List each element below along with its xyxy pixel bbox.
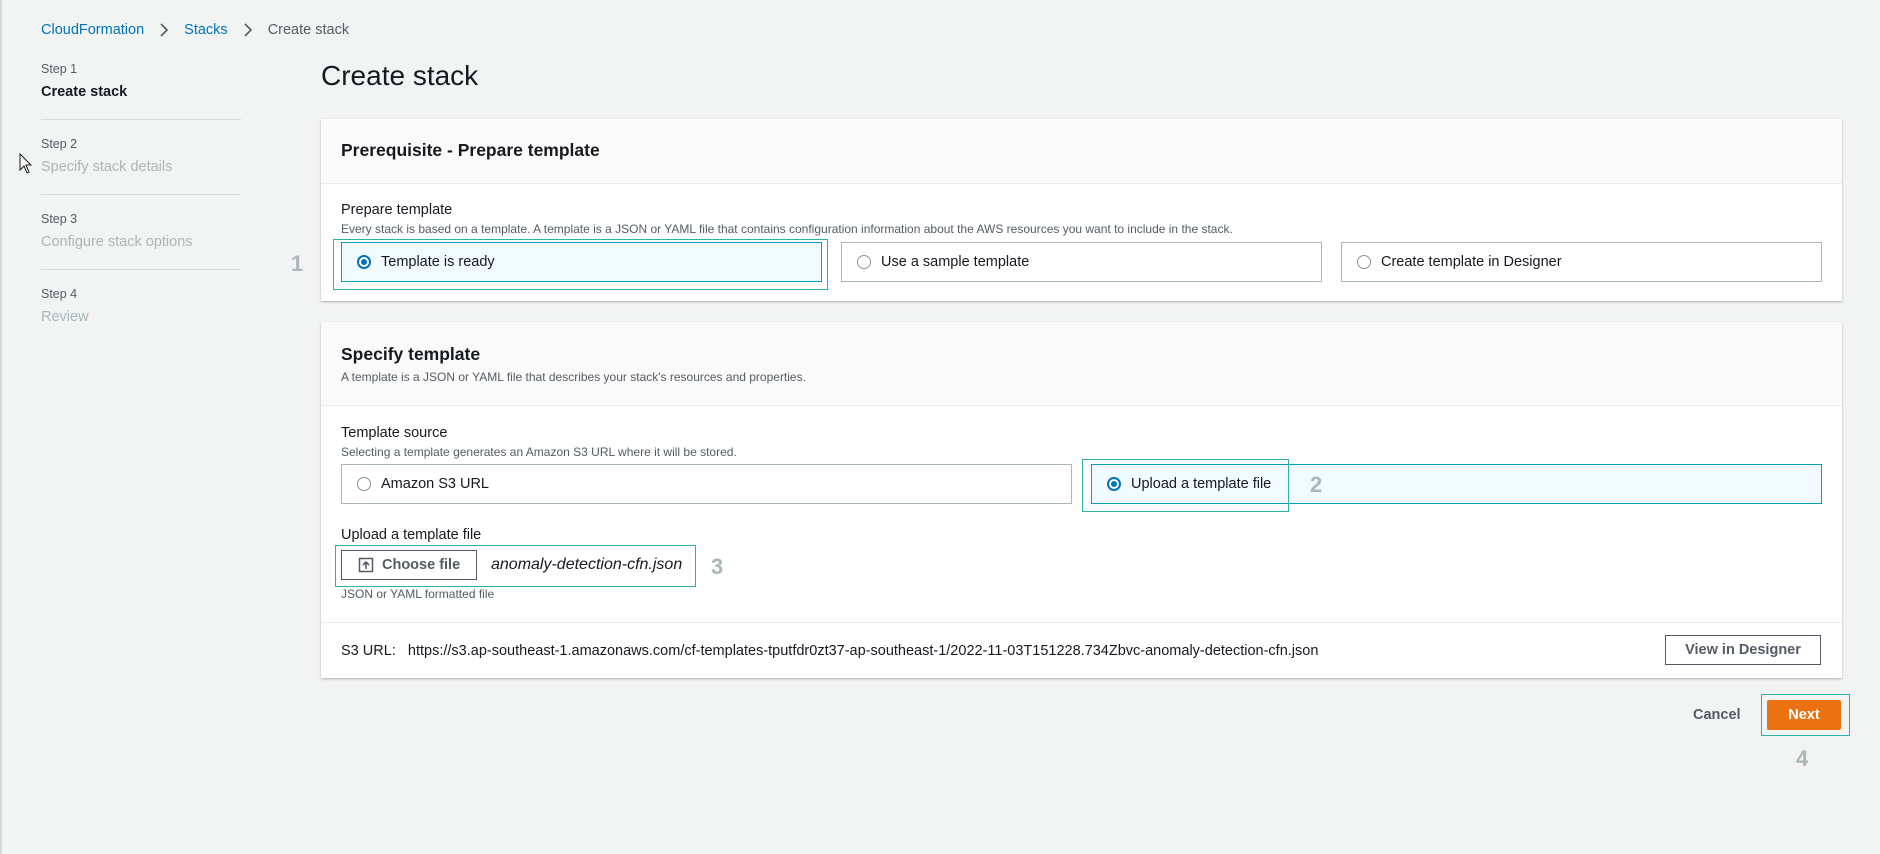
choose-file-label: Choose file [382, 557, 461, 573]
divider [41, 194, 241, 195]
option-label: Use a sample template [881, 254, 1030, 270]
option-template-is-ready[interactable]: Template is ready [341, 242, 822, 282]
step-4: Step 4 Review [41, 287, 241, 362]
step-name: Specify stack details [41, 159, 173, 175]
option-amazon-s3-url[interactable]: Amazon S3 URL [341, 464, 1072, 504]
next-button[interactable]: Next [1767, 700, 1841, 730]
specify-template-panel: Specify template A template is a JSON or… [321, 322, 1842, 678]
s3-url-text: S3 URL: https://s3.ap-southeast-1.amazon… [341, 643, 1318, 659]
upload-file-label: Upload a template file [341, 527, 482, 543]
divider [41, 269, 241, 270]
mouse-pointer-icon [19, 153, 33, 174]
s3-url-label: S3 URL: [341, 643, 396, 659]
step-name: Create stack [41, 84, 128, 100]
breadcrumb-stacks[interactable]: Stacks [184, 22, 228, 38]
radio-icon [357, 477, 371, 491]
step-number: Step 1 [41, 62, 78, 76]
page-title: Create stack [321, 60, 479, 91]
breadcrumb-create-stack: Create stack [267, 22, 350, 38]
breadcrumb-cloudformation[interactable]: CloudFormation [41, 22, 144, 38]
panel-header: Specify template A template is a JSON or… [321, 322, 1842, 406]
step-3: Step 3 Configure stack options [41, 212, 241, 287]
radio-icon [1357, 255, 1371, 269]
wizard-steps: Step 1 Create stack Step 2 Specify stack… [41, 62, 241, 362]
annotation-number-2: 2 [1310, 472, 1323, 497]
prerequisite-panel: Prerequisite - Prepare template Prepare … [321, 119, 1842, 301]
option-label: Amazon S3 URL [381, 476, 489, 492]
prepare-template-description: Every stack is based on a template. A te… [341, 222, 1233, 236]
panel-title: Prerequisite - Prepare template [341, 140, 600, 160]
file-format-hint: JSON or YAML formatted file [341, 587, 495, 601]
step-name: Configure stack options [41, 234, 193, 250]
option-label: Upload a template file [1131, 476, 1272, 492]
view-in-designer-button[interactable]: View in Designer [1665, 635, 1821, 665]
panel-subtitle: A template is a JSON or YAML file that d… [341, 370, 806, 384]
template-source-label: Template source [341, 425, 448, 441]
radio-selected-icon [357, 255, 371, 269]
option-label: Create template in Designer [1381, 254, 1562, 270]
step-2: Step 2 Specify stack details [41, 137, 241, 212]
radio-icon [857, 255, 871, 269]
step-number: Step 2 [41, 137, 78, 151]
panel-header: Prerequisite - Prepare template [321, 119, 1842, 184]
divider [41, 119, 241, 120]
breadcrumb: CloudFormation Stacks Create stack [41, 22, 349, 38]
chevron-right-icon [160, 23, 169, 37]
radio-selected-icon [1107, 477, 1121, 491]
selected-file-name: anomaly-detection-cfn.json [491, 556, 683, 573]
step-1[interactable]: Step 1 Create stack [41, 62, 241, 137]
option-create-in-designer[interactable]: Create template in Designer [1341, 242, 1822, 282]
panel-title: Specify template [341, 344, 481, 364]
option-upload-template-file[interactable]: Upload a template file [1091, 464, 1822, 504]
left-border [0, 0, 2, 854]
s3-url-row: S3 URL: https://s3.ap-southeast-1.amazon… [321, 622, 1842, 679]
option-label: Template is ready [381, 254, 495, 270]
s3-url-value: https://s3.ap-southeast-1.amazonaws.com/… [407, 643, 1319, 659]
choose-file-button[interactable]: Choose file [341, 550, 478, 580]
template-source-description: Selecting a template generates an Amazon… [341, 445, 737, 459]
option-use-sample-template[interactable]: Use a sample template [841, 242, 1322, 282]
annotation-number-1: 1 [291, 251, 304, 276]
cancel-button[interactable]: Cancel [1693, 707, 1741, 723]
step-name: Review [41, 309, 89, 325]
upload-icon [358, 557, 374, 573]
step-number: Step 4 [41, 287, 78, 301]
step-number: Step 3 [41, 212, 78, 226]
annotation-number-3: 3 [711, 554, 724, 579]
chevron-right-icon [244, 23, 252, 37]
prepare-template-label: Prepare template [341, 202, 453, 218]
annotation-number-4: 4 [1796, 746, 1809, 771]
